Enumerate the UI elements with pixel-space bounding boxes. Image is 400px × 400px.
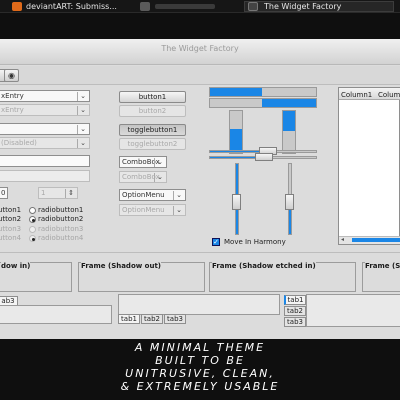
progress-fill-2 <box>262 99 316 107</box>
radio-label-3a: utton3 <box>0 225 22 233</box>
combo-box-disabled: (Disabled) ⌄ <box>0 137 90 149</box>
combo-entry-disabled: xEntry ⌄ <box>0 104 90 116</box>
chevron-down-icon: ⌄ <box>154 173 165 182</box>
chevron-down-icon[interactable]: ⌄ <box>77 125 88 134</box>
optionmenu-disabled-text: OptionMenu <box>122 206 165 214</box>
chevron-down-icon: ⌄ <box>77 106 88 115</box>
radio-label-2[interactable]: radiobutton2 <box>38 215 83 223</box>
optionmenu-disabled: OptionMenu ⌄ <box>119 204 186 216</box>
vscale-2-handle[interactable] <box>285 194 294 210</box>
toolbar-button-2[interactable]: ◉ <box>4 69 19 82</box>
frame-shadow-etched-in-label: Frame (Shadow etched in) <box>212 262 316 270</box>
optionmenu-text: OptionMenu <box>122 191 165 199</box>
notebook3-tab2[interactable]: tab2 <box>284 306 306 316</box>
text-entry-disabled <box>0 170 90 182</box>
taskbar-tab-blurred[interactable] <box>155 4 215 9</box>
radio-label-2a: utton2 <box>0 215 22 223</box>
combo-entry-disabled-text: xEntry <box>1 106 24 114</box>
spin-arrows-icon: ⇕ <box>65 189 76 198</box>
notebook2-tab2[interactable]: tab2 <box>141 314 163 324</box>
optionmenu[interactable]: OptionMenu ⌄ <box>119 189 186 201</box>
frame-shadow-out: Frame (Shadow out) <box>78 262 205 292</box>
frame-shadow-out-label: Frame (Shadow out) <box>81 262 161 270</box>
radio-button-2[interactable] <box>29 216 36 223</box>
notebook3-tab1[interactable]: tab1 <box>284 295 306 305</box>
radio-label-1[interactable]: radiobutton1 <box>38 206 83 214</box>
text-entry[interactable] <box>0 155 90 167</box>
window-title: The Widget Factory <box>161 44 239 53</box>
chevron-down-icon: ⌄ <box>173 206 184 215</box>
chevron-down-icon[interactable]: ⌄ <box>154 158 165 167</box>
tree-column-1[interactable]: Column1 <box>341 91 372 99</box>
radio-label-4: radiobutton4 <box>38 234 84 242</box>
browser-icon <box>12 2 22 11</box>
progress-bar-horizontal-1 <box>209 87 317 97</box>
combo-box-2[interactable]: ⌄ <box>0 123 90 135</box>
spin-left-value: 0 <box>1 189 6 197</box>
move-in-harmony-label[interactable]: Move In Harmony <box>224 238 286 246</box>
combobox-disabled: ComboBox ⌄ <box>119 171 167 183</box>
frame-shadow-etched-in: Frame (Shadow etched in) <box>209 262 356 292</box>
taskbar-tab-deviantart[interactable]: deviantART: Submiss... <box>26 0 121 13</box>
radio-label-4a: utton4 <box>0 234 22 242</box>
tree-hscrollbar-thumb[interactable] <box>352 238 400 242</box>
combo-box-disabled-text: (Disabled) <box>1 139 37 147</box>
chevron-down-icon[interactable]: ⌄ <box>173 191 184 200</box>
frame-shadow-in: dow in) <box>0 262 72 292</box>
progress-bar-vertical-1 <box>229 110 243 154</box>
app-icon <box>140 2 150 11</box>
notebook2-page <box>118 294 280 315</box>
spin-left[interactable]: 0 <box>0 187 8 199</box>
move-in-harmony-checkbox[interactable]: ✓ <box>212 238 220 246</box>
toolbar-record-icon: ◉ <box>8 71 15 80</box>
tagline-line-4: & extremely usable <box>120 380 280 393</box>
tagline-line-3: unitrusive, clean, <box>125 367 275 380</box>
tree-column-2[interactable]: Colum <box>378 91 400 99</box>
progress-fill-1 <box>210 88 262 96</box>
spin-right-disabled: 1 ⇕ <box>38 187 78 199</box>
progress-bar-vertical-2 <box>282 110 296 154</box>
spin-right-value: 1 <box>41 189 46 197</box>
radio-label-3: radiobutton3 <box>38 225 84 233</box>
vscale-1-handle[interactable] <box>232 194 241 210</box>
separator <box>0 252 400 253</box>
frame-shadow-etched-out-label: Frame (S <box>365 262 400 270</box>
notebook3-tab3[interactable]: tab3 <box>284 317 306 327</box>
combo-entry-text: xEntry <box>1 92 24 100</box>
button1[interactable]: button1 <box>119 91 186 103</box>
frame-shadow-etched-out: Frame (S <box>362 262 400 292</box>
tagline-line-2: built to be <box>155 354 245 367</box>
toolbar <box>0 66 400 85</box>
scroll-left-icon[interactable]: ◂ <box>341 236 344 243</box>
radio-label-1a: utton1 <box>0 206 22 214</box>
notebook2-tab3[interactable]: tab3 <box>164 314 186 324</box>
taskbar-tab-widget-factory[interactable]: The Widget Factory <box>264 0 394 13</box>
radio-button-3 <box>29 226 36 233</box>
checkmark-icon: ✓ <box>213 238 219 246</box>
progress-fill-v2 <box>283 111 295 131</box>
radio-button-1[interactable] <box>29 207 36 214</box>
hscale-1-fill <box>210 151 260 152</box>
combo-entry[interactable]: xEntry ⌄ <box>0 90 90 102</box>
progress-bar-horizontal-2 <box>209 98 317 108</box>
chevron-down-icon[interactable]: ⌄ <box>77 92 88 101</box>
notebook2-tab1[interactable]: tab1 <box>118 314 140 324</box>
radio-button-4 <box>29 235 36 242</box>
togglebutton2-disabled: togglebutton2 <box>119 138 186 150</box>
combobox[interactable]: ComboBox ⌄ <box>119 156 167 168</box>
window-icon <box>248 2 258 11</box>
togglebutton1[interactable]: togglebutton1 <box>119 124 186 136</box>
tree-view[interactable] <box>338 87 400 245</box>
chevron-down-icon: ⌄ <box>77 139 88 148</box>
notebook1-page <box>0 305 112 324</box>
frame-shadow-in-label: dow in) <box>1 262 31 270</box>
tagline-line-1: A minimal theme <box>134 341 266 354</box>
button2-disabled: button2 <box>119 105 186 117</box>
hscale-2-handle[interactable] <box>255 153 273 161</box>
notebook3-page <box>306 294 400 327</box>
